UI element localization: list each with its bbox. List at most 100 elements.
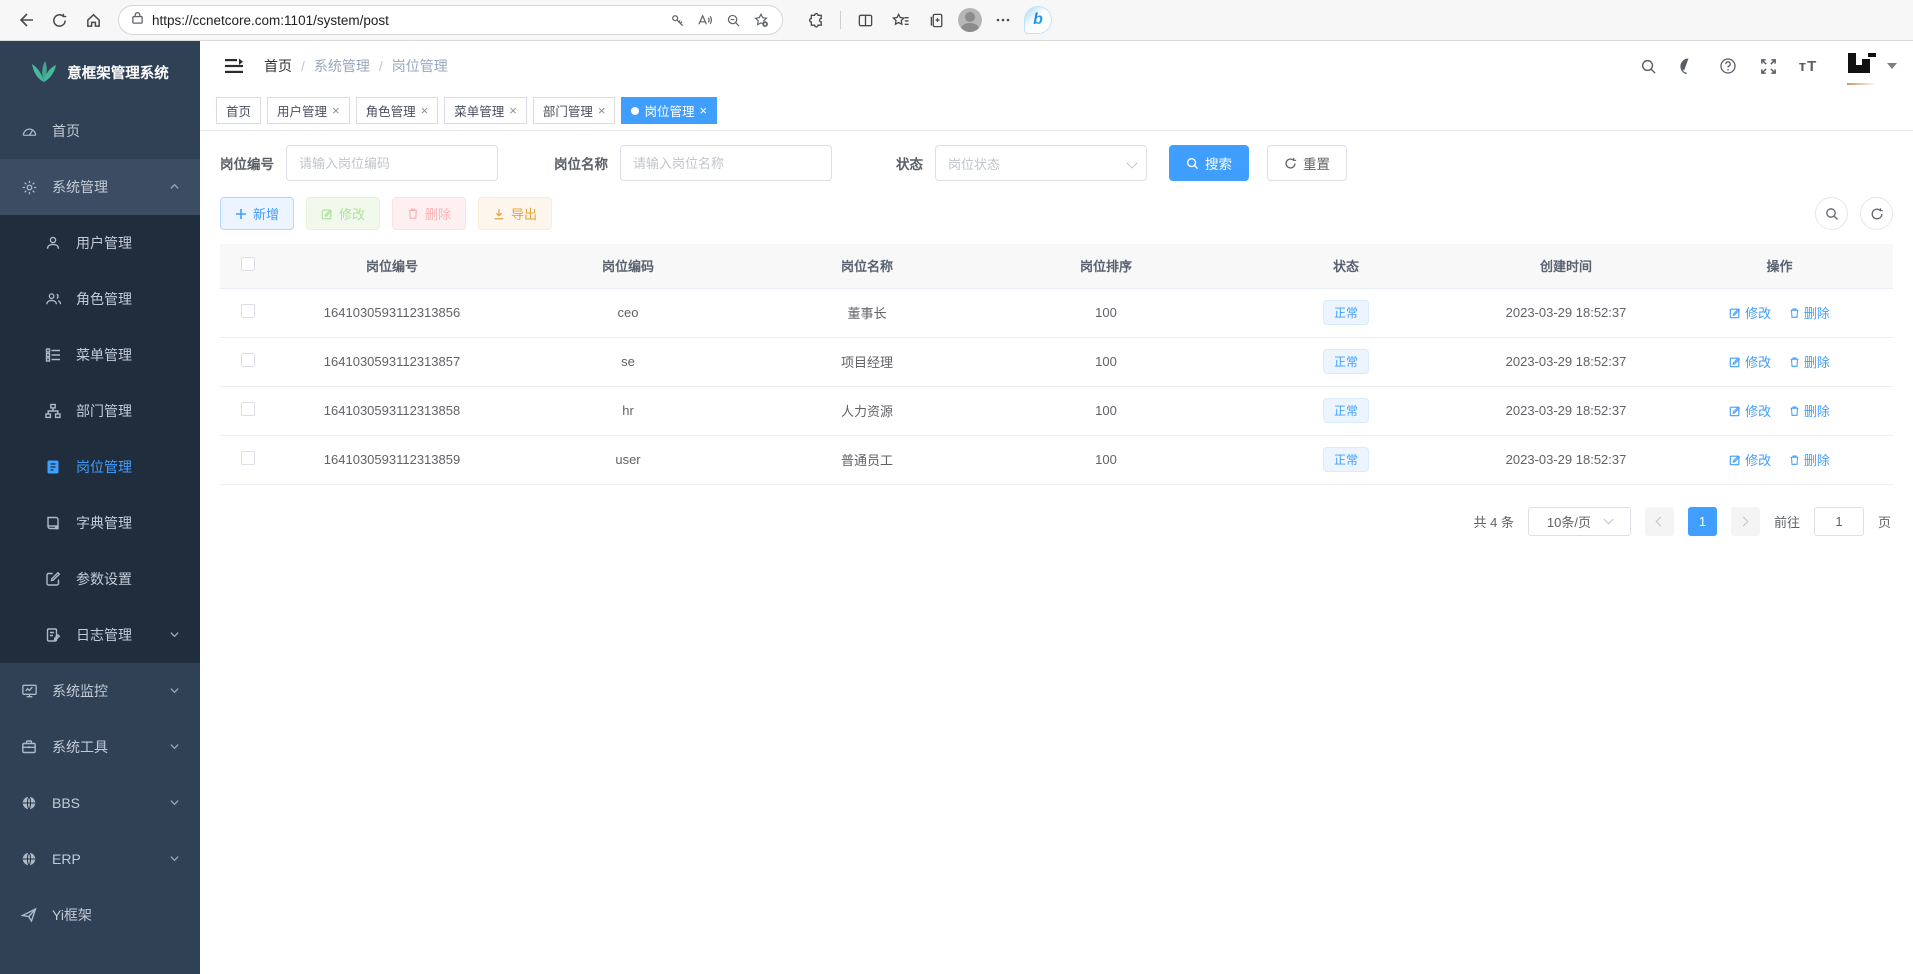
post-name-input[interactable]	[620, 145, 832, 181]
tab-post-mgmt[interactable]: 岗位管理×	[621, 97, 717, 124]
table-row[interactable]: 1641030593112313856 ceo 董事长 100 正常 2023-…	[220, 288, 1893, 337]
font-size-icon[interactable]: тT	[1797, 55, 1819, 77]
page-header: 首页 / 系统管理 / 岗位管理 тT	[200, 41, 1913, 91]
cell-post-sort: 100	[986, 386, 1226, 435]
refresh-table-button[interactable]	[1860, 197, 1893, 230]
search-button[interactable]: 搜索	[1169, 145, 1249, 181]
status-select[interactable]: 岗位状态	[935, 145, 1147, 181]
breadcrumb-home[interactable]: 首页	[264, 56, 292, 76]
sidebar-item-posts[interactable]: 岗位管理	[0, 439, 200, 495]
password-key-icon[interactable]	[664, 7, 690, 33]
sidebar-item-logs[interactable]: 日志管理	[0, 607, 200, 663]
refresh-icon	[1870, 207, 1884, 221]
breadcrumb-separator: /	[379, 58, 383, 74]
edit-button[interactable]: 修改	[306, 197, 380, 230]
help-icon[interactable]	[1717, 55, 1739, 77]
page-size-select[interactable]: 10条/页	[1528, 507, 1631, 536]
table-header-row: 岗位编号 岗位编码 岗位名称 岗位排序 状态 创建时间 操作	[220, 244, 1893, 288]
export-button[interactable]: 导出	[478, 197, 552, 230]
page-number-1[interactable]: 1	[1688, 507, 1717, 536]
more-menu-icon[interactable]	[988, 5, 1018, 35]
sidebar-item-menus[interactable]: 菜单管理	[0, 327, 200, 383]
show-search-toggle-button[interactable]	[1815, 197, 1848, 230]
row-checkbox[interactable]	[241, 451, 255, 465]
sidebar-item-label: 系统管理	[52, 177, 108, 197]
collections-icon[interactable]	[922, 5, 952, 35]
zoom-out-icon[interactable]	[720, 7, 746, 33]
extensions-icon[interactable]	[801, 5, 831, 35]
close-icon[interactable]: ×	[332, 103, 340, 118]
sidebar-item-yi-framework[interactable]: Yi框架	[0, 887, 200, 943]
cell-post-id: 1641030593112313856	[276, 288, 508, 337]
copilot-icon[interactable]: b	[1024, 6, 1052, 34]
user-avatar[interactable]	[1845, 51, 1879, 81]
row-delete-link[interactable]: 删除	[1789, 352, 1830, 371]
home-icon[interactable]	[78, 5, 108, 35]
profile-avatar[interactable]	[958, 8, 982, 32]
row-checkbox[interactable]	[241, 304, 255, 318]
row-delete-link[interactable]: 删除	[1789, 303, 1830, 322]
add-favorite-icon[interactable]	[748, 7, 774, 33]
row-edit-link[interactable]: 修改	[1729, 352, 1771, 371]
pagination: 共 4 条 10条/页 1 前往 页	[220, 507, 1893, 536]
toolbar-divider	[840, 11, 841, 29]
collapse-sidebar-icon[interactable]	[216, 48, 252, 84]
tab-home[interactable]: 首页	[216, 97, 261, 124]
sidebar-item-tools[interactable]: 系统工具	[0, 719, 200, 775]
row-delete-link[interactable]: 删除	[1789, 450, 1830, 469]
close-icon[interactable]: ×	[509, 103, 517, 118]
tab-dept-mgmt[interactable]: 部门管理×	[533, 97, 616, 124]
tab-user-mgmt[interactable]: 用户管理×	[267, 97, 350, 124]
split-screen-icon[interactable]	[850, 5, 880, 35]
sidebar-item-label: 系统监控	[52, 681, 108, 701]
table-row[interactable]: 1641030593112313857 se 项目经理 100 正常 2023-…	[220, 337, 1893, 386]
sidebar-item-home[interactable]: 首页	[0, 103, 200, 159]
edit-icon	[1729, 405, 1741, 417]
browser-toolbar: https://ccnetcore.com:1101/system/post	[0, 0, 1913, 41]
table-row[interactable]: 1641030593112313858 hr 人力资源 100 正常 2023-…	[220, 386, 1893, 435]
prev-page-button[interactable]	[1645, 507, 1674, 536]
reset-button[interactable]: 重置	[1267, 145, 1347, 181]
sidebar-item-label: 岗位管理	[76, 457, 132, 477]
sidebar-item-roles[interactable]: 角色管理	[0, 271, 200, 327]
favorites-icon[interactable]	[886, 5, 916, 35]
tab-role-mgmt[interactable]: 角色管理×	[356, 97, 439, 124]
user-menu[interactable]	[1845, 51, 1897, 81]
back-icon[interactable]	[10, 5, 40, 35]
goto-page-input[interactable]	[1814, 507, 1864, 536]
url-text[interactable]: https://ccnetcore.com:1101/system/post	[152, 13, 656, 28]
github-icon[interactable]	[1677, 55, 1699, 77]
sidebar-item-parameters[interactable]: 参数设置	[0, 551, 200, 607]
read-aloud-icon[interactable]	[692, 7, 718, 33]
close-icon[interactable]: ×	[598, 103, 606, 118]
add-button[interactable]: 新增	[220, 197, 294, 230]
close-icon[interactable]: ×	[421, 103, 429, 118]
close-icon[interactable]: ×	[699, 103, 707, 118]
cell-post-code: ceo	[508, 288, 748, 337]
row-delete-link[interactable]: 删除	[1789, 401, 1830, 420]
row-edit-link[interactable]: 修改	[1729, 303, 1771, 322]
next-page-button[interactable]	[1731, 507, 1760, 536]
sidebar-item-dictionary[interactable]: 字典管理	[0, 495, 200, 551]
post-code-input[interactable]	[286, 145, 498, 181]
table-toolbar: 新增 修改 删除 导出	[220, 197, 1893, 230]
sidebar-item-bbs[interactable]: BBS	[0, 775, 200, 831]
sidebar-item-erp[interactable]: ERP	[0, 831, 200, 887]
table-row[interactable]: 1641030593112313859 user 普通员工 100 正常 202…	[220, 435, 1893, 484]
row-edit-link[interactable]: 修改	[1729, 401, 1771, 420]
sidebar-item-system[interactable]: 系统管理	[0, 159, 200, 215]
sidebar-item-departments[interactable]: 部门管理	[0, 383, 200, 439]
row-checkbox[interactable]	[241, 402, 255, 416]
sidebar-item-users[interactable]: 用户管理	[0, 215, 200, 271]
select-all-checkbox[interactable]	[241, 257, 255, 271]
sidebar-item-monitor[interactable]: 系统监控	[0, 663, 200, 719]
tab-menu-mgmt[interactable]: 菜单管理×	[444, 97, 527, 124]
delete-button[interactable]: 删除	[392, 197, 466, 230]
header-search-icon[interactable]	[1637, 55, 1659, 77]
refresh-icon[interactable]	[44, 5, 74, 35]
row-edit-link[interactable]: 修改	[1729, 450, 1771, 469]
address-bar[interactable]: https://ccnetcore.com:1101/system/post	[118, 5, 783, 35]
row-checkbox[interactable]	[241, 353, 255, 367]
fullscreen-icon[interactable]	[1757, 55, 1779, 77]
browser-action-icons: b	[801, 5, 1052, 35]
